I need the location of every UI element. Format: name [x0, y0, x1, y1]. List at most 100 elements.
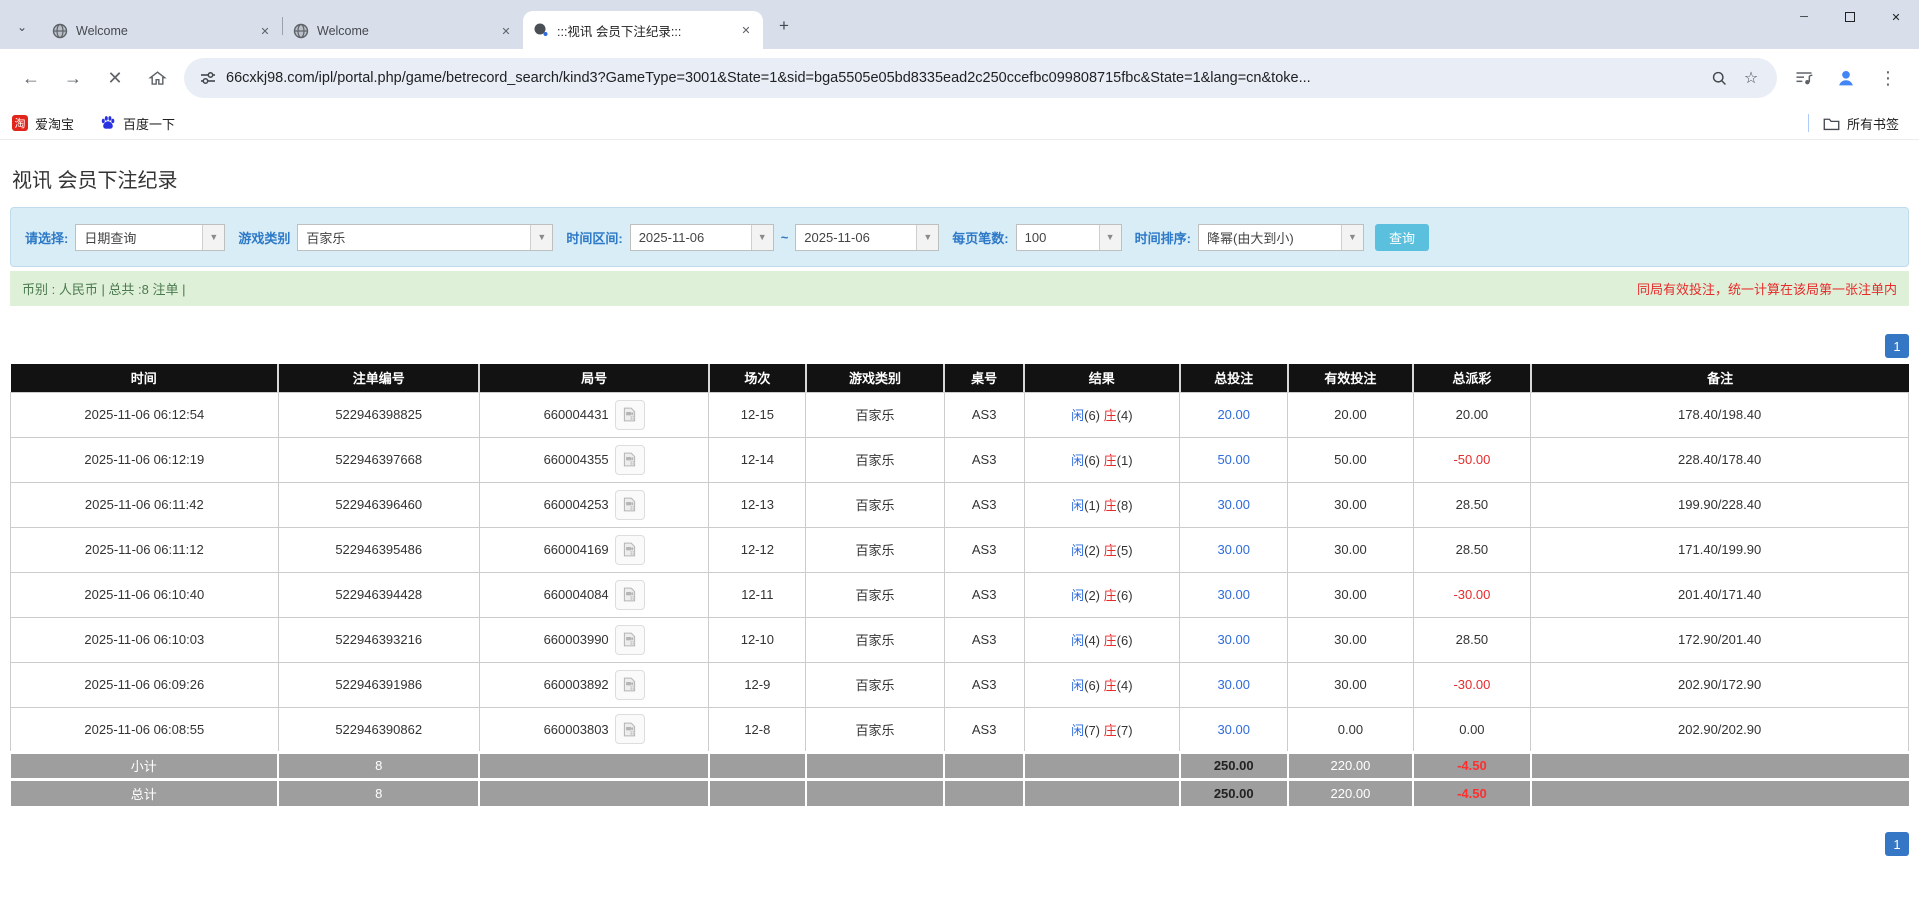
valid-bet: 50.00: [1288, 437, 1413, 482]
select-label: 请选择:: [25, 228, 68, 247]
url-text[interactable]: 66cxkj98.com/ipl/portal.php/game/betreco…: [226, 70, 1701, 86]
query-type-value: 日期查询: [76, 225, 202, 250]
home-button[interactable]: [140, 61, 174, 95]
round-cell: 660003892: [479, 662, 709, 707]
media-controls-icon[interactable]: [1787, 61, 1821, 95]
video-icon: [621, 631, 638, 648]
payout: -30.00: [1413, 662, 1531, 707]
search-button[interactable]: 查询: [1375, 224, 1429, 251]
date-from-select[interactable]: 2025-11-06 ▼: [630, 224, 774, 251]
zoom-icon[interactable]: [1705, 64, 1733, 92]
total-bet-link[interactable]: 30.00: [1180, 617, 1288, 662]
payout: 20.00: [1413, 392, 1531, 437]
game-type-select[interactable]: 百家乐 ▼: [297, 224, 553, 251]
stop-button[interactable]: ✕: [98, 61, 132, 95]
player-label: 闲: [1071, 453, 1084, 468]
window-close-button[interactable]: ✕: [1873, 0, 1919, 34]
bookmark-aitaobao[interactable]: 淘 爱淘宝: [12, 114, 74, 133]
tab-welcome-2[interactable]: Welcome ✕: [283, 13, 523, 49]
subtotal-label: 小计: [11, 752, 279, 779]
all-bookmarks-button[interactable]: 所有书签: [1823, 114, 1899, 133]
game-type-value: 百家乐: [298, 225, 530, 250]
col-time: 时间: [11, 364, 279, 392]
chevron-down-icon[interactable]: ▼: [1099, 225, 1121, 250]
tab-close-icon[interactable]: ✕: [497, 22, 515, 40]
back-button[interactable]: ←: [14, 61, 48, 95]
round-number: 660004355: [544, 452, 609, 467]
result-cell: 闲(6) 庄(1): [1024, 437, 1180, 482]
forward-button[interactable]: →: [56, 61, 90, 95]
remark: 228.40/178.40: [1531, 437, 1909, 482]
query-type-select[interactable]: 日期查询 ▼: [75, 224, 225, 251]
profile-avatar[interactable]: [1829, 61, 1863, 95]
round-cell: 660004084: [479, 572, 709, 617]
bookmark-star-icon[interactable]: ☆: [1737, 64, 1765, 92]
valid-bet: 0.00: [1288, 707, 1413, 752]
tab-close-icon[interactable]: ✕: [256, 22, 274, 40]
bet-time: 2025-11-06 06:10:03: [11, 617, 279, 662]
player-score: (2): [1084, 543, 1100, 558]
chevron-down-icon[interactable]: ▼: [751, 225, 773, 250]
chevron-down-icon[interactable]: ▼: [530, 225, 552, 250]
video-replay-button[interactable]: [615, 714, 645, 744]
chevron-down-icon[interactable]: ▼: [202, 225, 224, 250]
total-bet-link[interactable]: 50.00: [1180, 437, 1288, 482]
window-minimize-button[interactable]: ─: [1781, 0, 1827, 34]
tab-betrecord-active[interactable]: :::视讯 会员下注纪录::: ✕: [523, 11, 763, 49]
table-code: AS3: [944, 707, 1024, 752]
video-replay-button[interactable]: [615, 400, 645, 430]
total-bet-link[interactable]: 20.00: [1180, 392, 1288, 437]
player-label: 闲: [1071, 408, 1084, 423]
window-maximize-button[interactable]: [1827, 0, 1873, 34]
address-bar[interactable]: 66cxkj98.com/ipl/portal.php/game/betreco…: [184, 58, 1777, 98]
site-settings-icon[interactable]: [200, 70, 216, 86]
browser-menu-icon[interactable]: ⋮: [1871, 61, 1905, 95]
game-type: 百家乐: [806, 527, 945, 572]
chevron-down-icon[interactable]: ▼: [1341, 225, 1363, 250]
bet-id: 522946397668: [278, 437, 479, 482]
total-bet-link[interactable]: 30.00: [1180, 707, 1288, 752]
chevron-down-icon[interactable]: ▼: [916, 225, 938, 250]
round-cell: 660004169: [479, 527, 709, 572]
video-replay-button[interactable]: [615, 580, 645, 610]
globe-icon: [52, 23, 68, 39]
total-bet-link[interactable]: 30.00: [1180, 662, 1288, 707]
page-1-button[interactable]: 1: [1885, 832, 1909, 856]
new-tab-button[interactable]: +: [771, 13, 797, 39]
browser-toolbar: ← → ✕ 66cxkj98.com/ipl/portal.php/game/b…: [0, 49, 1919, 107]
sort-select[interactable]: 降幂(由大到小) ▼: [1198, 224, 1364, 251]
bet-time: 2025-11-06 06:08:55: [11, 707, 279, 752]
date-to-select[interactable]: 2025-11-06 ▼: [795, 224, 939, 251]
tab-welcome-1[interactable]: Welcome ✕: [42, 13, 282, 49]
table-row: 2025-11-06 06:12:54 522946398825 6600044…: [11, 392, 1909, 437]
total-bet-link[interactable]: 30.00: [1180, 482, 1288, 527]
total-bet-link[interactable]: 30.00: [1180, 572, 1288, 617]
folder-icon: [1823, 116, 1840, 131]
page-size-select[interactable]: 100 ▼: [1016, 224, 1122, 251]
home-icon: [148, 69, 167, 88]
tab-search-button[interactable]: ⌄: [8, 13, 36, 41]
bookmarks-bar: 淘 爱淘宝 百度一下 所有书签: [0, 107, 1919, 140]
banker-score: (1): [1117, 453, 1133, 468]
video-replay-button[interactable]: [615, 490, 645, 520]
player-score: (6): [1084, 678, 1100, 693]
page-1-button[interactable]: 1: [1885, 334, 1909, 358]
range-separator: ~: [781, 230, 789, 245]
tab-title: Welcome: [76, 24, 250, 38]
video-replay-button[interactable]: [615, 625, 645, 655]
bet-id: 522946396460: [278, 482, 479, 527]
session: 12-11: [709, 572, 806, 617]
result-cell: 闲(2) 庄(6): [1024, 572, 1180, 617]
total-bet-link[interactable]: 30.00: [1180, 527, 1288, 572]
video-replay-button[interactable]: [615, 535, 645, 565]
banker-score: (8): [1117, 498, 1133, 513]
table-header-row: 时间 注单编号 局号 场次 游戏类别 桌号 结果 总投注 有效投注 总派彩 备注: [11, 364, 1909, 392]
bookmark-baidu[interactable]: 百度一下: [100, 114, 175, 133]
video-replay-button[interactable]: [615, 670, 645, 700]
round-number: 660004253: [544, 497, 609, 512]
date-range-label: 时间区间:: [566, 228, 622, 247]
round-cell: 660004431: [479, 392, 709, 437]
video-replay-button[interactable]: [615, 445, 645, 475]
tab-close-icon[interactable]: ✕: [737, 21, 755, 39]
video-icon: [621, 406, 638, 423]
